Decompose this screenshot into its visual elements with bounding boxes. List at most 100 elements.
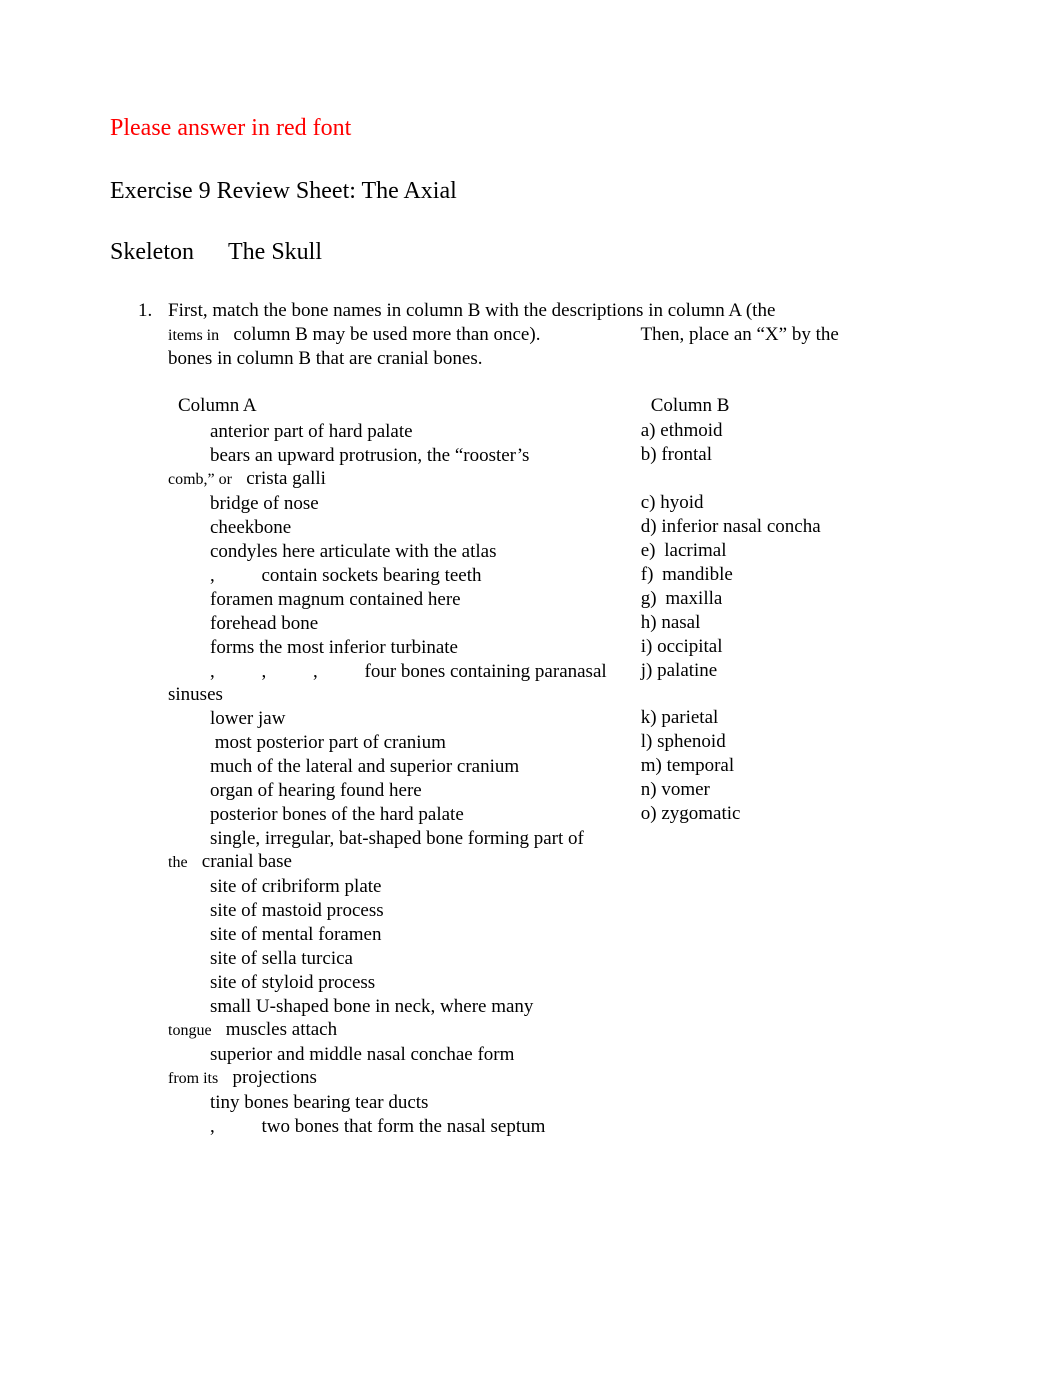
row-16: site of cribriform plate — [168, 874, 952, 898]
row-12: much of the lateral and superior cranium… — [168, 754, 952, 778]
r9-cont: sinuses — [168, 684, 223, 705]
question-number: 1. — [138, 300, 168, 322]
row-6: foramen magnum contained here g) maxilla — [168, 587, 952, 611]
colB-e-letter: e) — [641, 540, 656, 561]
colA-desc-5: contain sockets bearing teeth — [262, 565, 482, 586]
colA-desc-12: much of the lateral and superior cranium — [210, 756, 519, 777]
answer-blank[interactable] — [168, 754, 210, 772]
q1-line2a: column B may be used more than once). — [233, 324, 540, 345]
answer-blank[interactable] — [168, 730, 210, 748]
comma: , — [210, 1116, 215, 1137]
colB-e-text: lacrimal — [664, 540, 726, 561]
exercise-title-line2: SkeletonThe Skull — [110, 239, 952, 266]
answer-blank[interactable] — [168, 515, 210, 533]
answer-blank[interactable] — [168, 659, 210, 677]
colA-desc-18: site of mental foramen — [210, 924, 381, 945]
answer-blank[interactable] — [168, 443, 210, 461]
r15-cont-a: the — [168, 851, 188, 874]
r15-cont-b: cranial base — [202, 851, 292, 872]
answer-blank[interactable] — [168, 874, 210, 892]
q1-line2b: Then, place an “X” by the — [640, 324, 838, 345]
row-14: posterior bones of the hard palate o) zy… — [168, 802, 952, 826]
colA-desc-11: most posterior part of cranium — [210, 732, 446, 753]
answer-blank[interactable] — [168, 539, 210, 557]
answer-blank[interactable] — [168, 706, 210, 724]
r21-cont-a: tongue — [168, 1019, 212, 1042]
row-9: , , , four bones containing paranasal j)… — [168, 659, 952, 683]
row-22: superior and middle nasal conchae form — [168, 1042, 952, 1066]
answer-blank[interactable] — [168, 587, 210, 605]
row-17: site of mastoid process — [168, 898, 952, 922]
row-20: site of styloid process — [168, 970, 952, 994]
red-instruction: Please answer in red font — [110, 115, 952, 142]
answer-blank[interactable] — [168, 1114, 210, 1132]
colB-j: j) palatine — [641, 659, 718, 682]
colB-n: n) vomer — [641, 778, 710, 801]
row-1-cont: comb,” or crista galli — [168, 467, 952, 491]
row-19: site of sella turcica — [168, 946, 952, 970]
colB-c: c) hyoid — [641, 491, 704, 514]
answer-blank[interactable] — [271, 659, 313, 677]
row-13: organ of hearing found here n) vomer — [168, 778, 952, 802]
answer-blank[interactable] — [323, 659, 365, 677]
row-15: single, irregular, bat-shaped bone formi… — [168, 826, 952, 850]
answer-blank[interactable] — [168, 611, 210, 629]
answer-blank[interactable] — [168, 994, 210, 1012]
row-10: lower jaw k) parietal — [168, 706, 952, 730]
colA-desc-7: forehead bone — [210, 613, 318, 634]
row-21: small U-shaped bone in neck, where many — [168, 994, 952, 1018]
row-24: , two bones that form the nasal septum — [168, 1114, 952, 1138]
answer-blank[interactable] — [168, 922, 210, 940]
answer-blank[interactable] — [168, 1042, 210, 1060]
colA-desc-21: small U-shaped bone in neck, where many — [210, 996, 533, 1017]
row-7: forehead bone h) nasal — [168, 611, 952, 635]
r22-cont-b: projections — [232, 1067, 316, 1088]
colA-desc-20: site of styloid process — [210, 972, 375, 993]
colB-m: m) temporal — [641, 754, 734, 777]
row-0: anterior part of hard palate a) ethmoid — [168, 419, 952, 443]
row-22-cont: from its projections — [168, 1066, 952, 1090]
answer-blank[interactable] — [168, 898, 210, 916]
question-1-line3: bones in column B that are cranial bones… — [168, 348, 952, 370]
answer-blank[interactable] — [168, 635, 210, 653]
answer-blank[interactable] — [168, 946, 210, 964]
colB-k: k) parietal — [641, 706, 719, 729]
column-b-header: Column B — [651, 394, 730, 417]
question-1-line2: items in column B may be used more than … — [168, 324, 952, 346]
comma: , — [210, 661, 215, 682]
colA-desc-22: superior and middle nasal conchae form — [210, 1044, 514, 1065]
colA-desc-2: bridge of nose — [210, 493, 319, 514]
row-1: bears an upward protrusion, the “rooster… — [168, 443, 952, 467]
colA-desc-10: lower jaw — [210, 708, 285, 729]
colB-i: i) occipital — [641, 635, 723, 658]
colB-g-text: maxilla — [665, 588, 722, 609]
colA-desc-14: posterior bones of the hard palate — [210, 804, 464, 825]
comma: , — [262, 661, 267, 682]
answer-blank[interactable] — [168, 826, 210, 844]
colB-h: h) nasal — [641, 611, 701, 634]
colB-d: d) inferior nasal concha — [641, 515, 821, 538]
answer-blank[interactable] — [168, 1090, 210, 1108]
answer-blank[interactable] — [168, 563, 210, 581]
colB-f-text: mandible — [662, 564, 733, 585]
answer-blank[interactable] — [220, 659, 262, 677]
answer-blank[interactable] — [220, 1114, 262, 1132]
colA-desc-3: cheekbone — [210, 517, 291, 538]
answer-blank[interactable] — [168, 970, 210, 988]
colA-desc-8: forms the most inferior turbinate — [210, 637, 458, 658]
title-word-skull: The Skull — [228, 239, 322, 265]
colB-o: o) zygomatic — [641, 802, 741, 825]
column-headers: Column A Column B — [168, 394, 952, 417]
colA-desc-19: site of sella turcica — [210, 948, 353, 969]
row-2: bridge of nose c) hyoid — [168, 491, 952, 515]
answer-blank[interactable] — [168, 491, 210, 509]
colA-desc-23: tiny bones bearing tear ducts — [210, 1092, 428, 1113]
colA-desc-1: bears an upward protrusion, the “rooster… — [210, 445, 529, 466]
answer-blank[interactable] — [168, 802, 210, 820]
answer-blank[interactable] — [168, 778, 210, 796]
row-4: condyles here articulate with the atlas … — [168, 539, 952, 563]
answer-blank[interactable] — [168, 419, 210, 437]
answer-blank[interactable] — [220, 563, 262, 581]
column-a-header: Column A — [168, 394, 646, 417]
row-15-cont: the cranial base — [168, 850, 952, 874]
